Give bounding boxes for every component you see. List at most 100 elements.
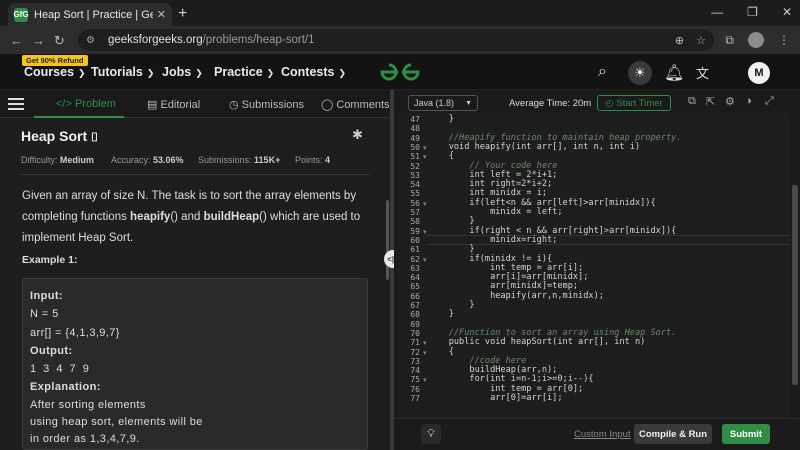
editor-scrollbar[interactable]	[792, 185, 798, 385]
points-meta: Points: 4	[295, 155, 330, 165]
settings-icon[interactable]: ⚙	[725, 95, 735, 108]
browser-tab[interactable]: GfG Heap Sort | Practice | GeeksforG ✕	[8, 3, 172, 26]
custom-input-link[interactable]: Custom Input	[574, 429, 631, 440]
example-explanation-line: using heap sort, elements will be	[30, 416, 203, 428]
extensions-icon[interactable]: ⧉	[725, 33, 734, 48]
points-value: 4	[325, 155, 331, 165]
zoom-icon[interactable]: ⊕	[675, 34, 684, 47]
start-timer-button[interactable]: ◴ Start Timer	[597, 95, 671, 111]
window-controls: — ❐ ✕	[711, 5, 792, 19]
language-select[interactable]: Java (1.8) ▼	[408, 95, 478, 111]
line-number: 63	[410, 263, 420, 273]
chevron-down-icon: ❯	[78, 68, 86, 78]
fold-chevron-icon[interactable]: ▾	[423, 339, 427, 347]
chevron-down-icon: ❯	[266, 68, 275, 78]
report-bug-icon[interactable]: ✱	[352, 127, 363, 143]
menu-label: Practice	[214, 65, 263, 79]
code-line: }	[428, 114, 454, 124]
example-output-value: 1 3 4 7 9	[30, 363, 91, 375]
desc-text: completing functions	[22, 211, 131, 223]
tab-problem[interactable]: </> Problem	[56, 98, 116, 110]
close-window-icon[interactable]: ✕	[782, 5, 792, 19]
search-icon[interactable]: ⌕	[598, 63, 607, 81]
menu-contests[interactable]: Contests ❯	[281, 65, 346, 79]
fold-chevron-icon[interactable]: ▾	[423, 228, 427, 236]
tab-editorial[interactable]: ▤ Editorial	[147, 98, 200, 111]
code-editor[interactable]: 47 } 48 49 //Heapify function to maintain …	[398, 113, 790, 418]
compile-run-button[interactable]: Compile & Run	[634, 424, 712, 444]
hint-bulb-icon[interactable]: 💡︎	[421, 424, 441, 444]
active-tab-indicator	[34, 116, 124, 118]
menu-courses[interactable]: Courses ❯	[24, 65, 86, 79]
line-number: 55	[410, 189, 420, 199]
back-icon[interactable]: ←	[10, 33, 23, 48]
example-heading: Example 1:	[22, 254, 78, 266]
profile-icon[interactable]	[748, 32, 764, 48]
timer-icon: ◴	[605, 97, 614, 109]
url-field[interactable]: ⚙ geeksforgeeks.org/problems/heap-sort/1…	[78, 29, 714, 51]
fold-chevron-icon[interactable]: ▾	[423, 256, 427, 264]
fold-chevron-icon[interactable]: ▾	[423, 200, 427, 208]
tab-label: Editorial	[160, 99, 201, 111]
divider	[20, 174, 370, 175]
line-number: 49	[410, 133, 420, 143]
difficulty-label: Difficulty:	[21, 155, 58, 165]
desc-text: () which are used to	[259, 211, 361, 223]
theme-icon[interactable]: ◑	[745, 95, 752, 107]
fullscreen-icon[interactable]: ⤢	[765, 95, 774, 108]
desc-heapify: heapify	[130, 211, 171, 223]
fold-chevron-icon[interactable]: ▾	[423, 144, 427, 152]
bookmark-icon[interactable]: ⌷	[91, 130, 98, 144]
restore-icon[interactable]: ❐	[747, 5, 758, 19]
menu-practice[interactable]: Practice ❯	[214, 65, 274, 79]
avatar[interactable]: M	[748, 62, 770, 84]
translate-icon[interactable]: 文	[696, 63, 709, 82]
close-tab-icon[interactable]: ✕	[157, 8, 166, 21]
reset-code-icon[interactable]: ⇱	[706, 95, 715, 108]
bookmark-star-icon[interactable]: ☆	[696, 34, 706, 47]
menu-tutorials[interactable]: Tutorials ❯	[91, 65, 154, 79]
submissions-label: Submissions:	[198, 155, 252, 165]
theme-toggle-icon[interactable]: ☀	[628, 61, 652, 85]
line-number: 69	[410, 319, 420, 329]
line-number: 73	[410, 356, 420, 366]
tab-submissions[interactable]: ◷ Submissions	[229, 98, 304, 111]
line-number: 57	[410, 208, 420, 217]
minimize-icon[interactable]: —	[711, 5, 723, 19]
line-number: 65	[410, 282, 420, 292]
submit-button[interactable]: Submit	[722, 424, 770, 444]
browser-menu-icon[interactable]: ⋮	[778, 33, 790, 47]
notifications-bell-icon[interactable]: 🔔︎	[664, 63, 684, 83]
line-number: 74	[410, 366, 420, 376]
problem-scrollbar[interactable]	[386, 200, 389, 280]
code-line: public void heapSort(int arr[], int n)	[428, 337, 646, 348]
problem-tabs: </> Problem ▤ Editorial ◷ Submissions ◯ …	[0, 90, 390, 118]
copy-icon[interactable]: ⧉	[688, 95, 696, 108]
menu-jobs[interactable]: Jobs ❯	[162, 65, 203, 79]
line-number: 53	[410, 170, 420, 180]
gfg-logo-icon[interactable]	[378, 61, 422, 83]
example-input-label: Input:	[30, 290, 63, 302]
submissions-meta: Submissions: 115K+	[198, 155, 280, 165]
browser-tab-strip: GfG Heap Sort | Practice | GeeksforG ✕ +…	[0, 0, 800, 26]
language-value: Java (1.8)	[414, 98, 455, 108]
forward-icon[interactable]: →	[32, 33, 45, 48]
fold-chevron-icon[interactable]: ▾	[423, 153, 427, 161]
new-tab-icon[interactable]: +	[178, 5, 187, 23]
line-number: 58	[410, 217, 420, 227]
tab-label: Submissions	[241, 99, 305, 111]
fold-chevron-icon[interactable]: ▾	[423, 349, 427, 357]
line-number: 52	[410, 161, 420, 171]
desc-buildheap: buildHeap	[203, 211, 260, 223]
reload-icon[interactable]: ↻	[54, 33, 65, 49]
site-info-icon[interactable]: ⚙	[86, 35, 100, 46]
fold-chevron-icon[interactable]: ▾	[423, 376, 427, 384]
line-number: 75	[410, 375, 420, 385]
tab-comments[interactable]: ◯ Comments	[321, 98, 390, 111]
line-number: 48	[410, 124, 420, 134]
menu-label: Tutorials	[91, 65, 143, 79]
hamburger-menu-icon[interactable]	[8, 95, 24, 113]
chevron-down-icon: ❯	[338, 68, 347, 78]
line-number: 62	[410, 254, 420, 264]
problem-title-text: Heap Sort	[21, 128, 88, 144]
